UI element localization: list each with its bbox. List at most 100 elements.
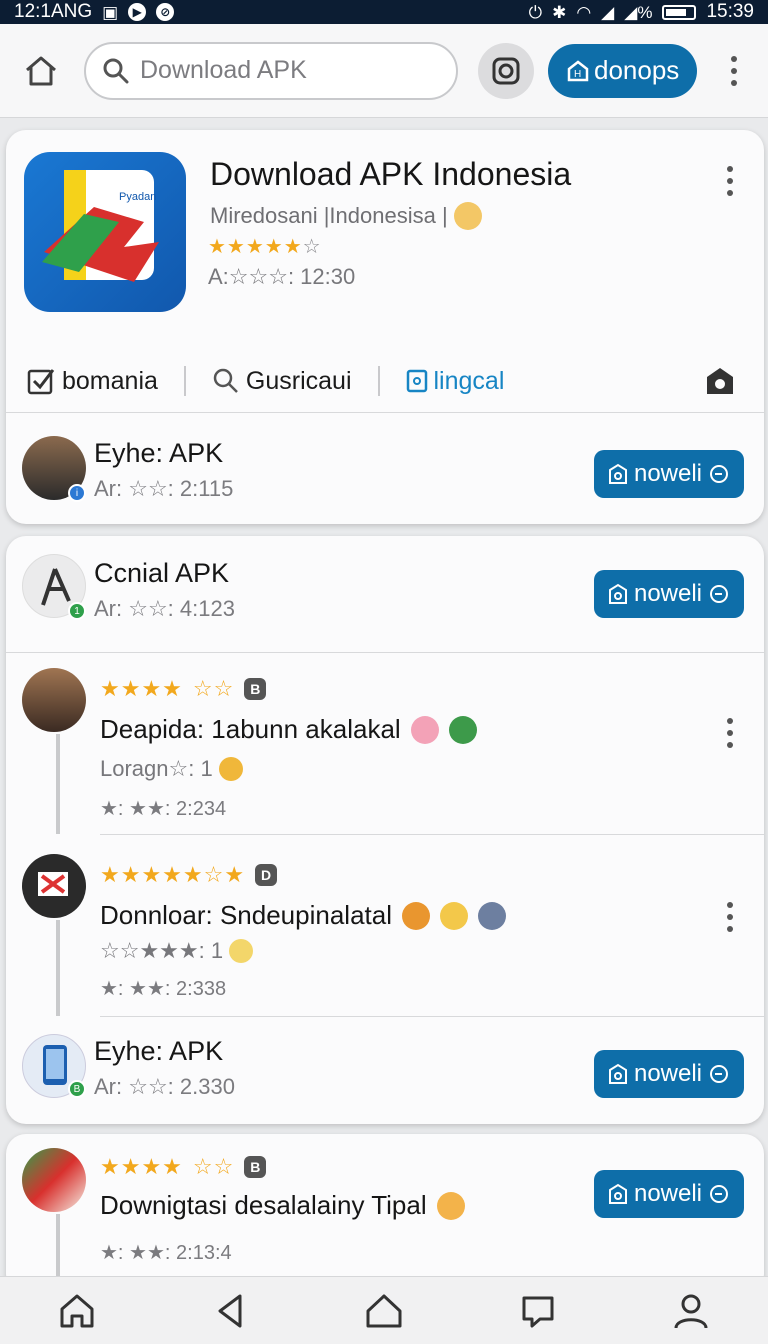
review-more-button[interactable] — [720, 902, 740, 932]
refresh-icon — [710, 1065, 729, 1083]
review-item: ★★★★★☆★ D Donnloar: Sndeupinalatal ☆☆★★★:… — [6, 836, 764, 1016]
review-text-content: Deapida: 1abunn akalakal — [100, 714, 401, 744]
download-button[interactable]: noweli — [594, 570, 744, 618]
app-subtitle-text: Miredosani |Indonesisa | — [210, 203, 448, 228]
app-title: Download APK Indonesia — [210, 156, 572, 192]
tab-lingcal[interactable]: lingcal — [406, 366, 505, 396]
review-text: Deapida: 1abunn akalakal — [100, 714, 477, 745]
app-subtitle: Miredosani |Indonesisa | — [210, 202, 482, 230]
search-icon — [103, 58, 129, 83]
tab-lingcal-label: lingcal — [433, 366, 505, 395]
review-card: ★★★★ ☆☆ B Downigtasi desalalainy Tipal now… — [6, 1134, 764, 1294]
divider — [6, 652, 764, 653]
bluetooth-icon: ✱ — [552, 2, 567, 22]
reviewer-avatar — [22, 1148, 86, 1212]
status-badge-icon: 1 — [68, 602, 86, 620]
home-icon — [26, 56, 56, 85]
download-button-label: noweli — [633, 460, 703, 487]
camera-icon — [492, 57, 520, 84]
header-action-button[interactable]: H donops — [548, 43, 698, 98]
list-item[interactable]: i Eyhe: APK Ar: ☆☆: 2:115 noweli — [6, 414, 764, 524]
emoji-icon — [436, 1191, 465, 1220]
list-item-title: Ccnial APK — [94, 558, 230, 588]
app-tabs: bomania Gusricaui lingcal — [6, 348, 764, 414]
review-more-button[interactable] — [720, 718, 740, 748]
review-text: Downigtasi desalalainy Tipal — [100, 1190, 465, 1221]
download-button-label: noweli — [633, 580, 703, 607]
profile-icon[interactable] — [671, 1291, 711, 1331]
reviewer-avatar — [22, 854, 86, 918]
camera-icon[interactable] — [704, 365, 736, 397]
camera-button[interactable] — [478, 42, 534, 99]
media-icon: ▶ — [128, 3, 147, 21]
review-rating: ★★★★★☆★ D — [100, 862, 278, 888]
review-rating: ★★★★ ☆☆ B — [100, 1154, 267, 1180]
divider — [6, 412, 764, 413]
review-text-content: Donnloar: Sndeupinalatal — [100, 900, 392, 930]
download-button[interactable]: noweli — [594, 1050, 744, 1098]
download-button-label: noweli — [633, 1180, 703, 1207]
app-more-button[interactable] — [720, 166, 740, 196]
tab-gusricaui[interactable]: Gusricaui — [212, 367, 352, 396]
box-icon — [608, 1063, 627, 1084]
list-item-meta: Ar: ☆☆: 2.330 — [94, 1074, 235, 1099]
thread-line — [56, 734, 60, 834]
home-icon[interactable] — [364, 1291, 404, 1331]
status-time-left: 12:1ANG — [14, 1, 93, 22]
header-action-label: donops — [594, 55, 680, 85]
list-item-title: Eyhe: APK — [94, 438, 224, 468]
thread-line — [56, 920, 60, 1016]
app-badge-icon: B — [244, 1156, 267, 1178]
refresh-icon — [710, 1185, 729, 1203]
review-rating: ★★★★ ☆☆ B — [100, 676, 267, 702]
review-meta: ★: ★★: 2:234 — [100, 798, 227, 820]
wifi-icon: ◠ — [576, 2, 592, 22]
checkbox-icon — [27, 369, 55, 395]
alarm-icon: ⏻ — [528, 2, 543, 22]
list-item-meta: Ar: ☆☆: 4:123 — [94, 596, 235, 621]
emoji-icon — [448, 715, 477, 744]
app-meta: A:☆☆☆: 12:30 — [208, 264, 356, 289]
more-menu-button[interactable] — [719, 48, 749, 94]
search-icon — [213, 368, 238, 393]
review-sub-text: ☆☆★★★: 1 — [100, 938, 224, 963]
box-icon — [608, 1183, 627, 1204]
top-app-bar: H donops — [0, 24, 768, 118]
list-item[interactable]: B Eyhe: APK Ar: ☆☆: 2.330 noweli — [6, 1018, 764, 1124]
review-sub-text: Loragn☆: 1 — [100, 756, 213, 781]
signal2-icon: ◢% — [624, 2, 653, 22]
emoji-icon — [478, 901, 506, 930]
app-badge-icon: D — [255, 864, 278, 886]
review-text: Donnloar: Sndeupinalatal — [100, 900, 506, 931]
back-icon[interactable] — [210, 1291, 250, 1331]
box-icon — [608, 583, 627, 604]
review-meta: ★: ★★: 2:13:4 — [100, 1242, 232, 1264]
app-card: Pyadan Download APK Indonesia Miredosani… — [6, 130, 764, 524]
notification-icon: ▣ — [102, 2, 119, 22]
list-item-meta: Ar: ☆☆: 2:115 — [94, 476, 234, 501]
app-icon[interactable]: Pyadan — [24, 152, 186, 312]
chat-icon[interactable] — [518, 1291, 558, 1331]
app-badge-icon: B — [244, 678, 267, 700]
review-item: ★★★★ ☆☆ B Deapida: 1abunn akalakal Loragn☆… — [6, 654, 764, 834]
info-badge-icon: i — [68, 484, 86, 502]
bottom-nav — [0, 1276, 768, 1344]
emoji-icon — [440, 901, 468, 930]
emoji-icon — [218, 757, 243, 781]
battery-icon — [662, 4, 697, 20]
list-item[interactable]: 1 Ccnial APK Ar: ☆☆: 4:123 noweli — [6, 536, 764, 652]
review-sub: ☆☆★★★: 1 — [100, 938, 254, 964]
search-input[interactable] — [140, 56, 420, 85]
home-icon[interactable] — [57, 1291, 97, 1331]
home-button[interactable] — [18, 48, 64, 94]
emoji-icon — [410, 715, 439, 744]
search-bar[interactable] — [84, 41, 458, 100]
blocked-icon: ⊘ — [156, 3, 175, 21]
download-button[interactable]: noweli — [594, 450, 744, 498]
tab-bomania[interactable]: bomania — [26, 366, 158, 396]
divider — [100, 834, 764, 835]
download-button[interactable]: noweli — [594, 1170, 744, 1218]
emoji-icon — [453, 202, 482, 230]
tab-divider — [377, 366, 380, 396]
list-item-title: Eyhe: APK — [94, 1036, 224, 1066]
